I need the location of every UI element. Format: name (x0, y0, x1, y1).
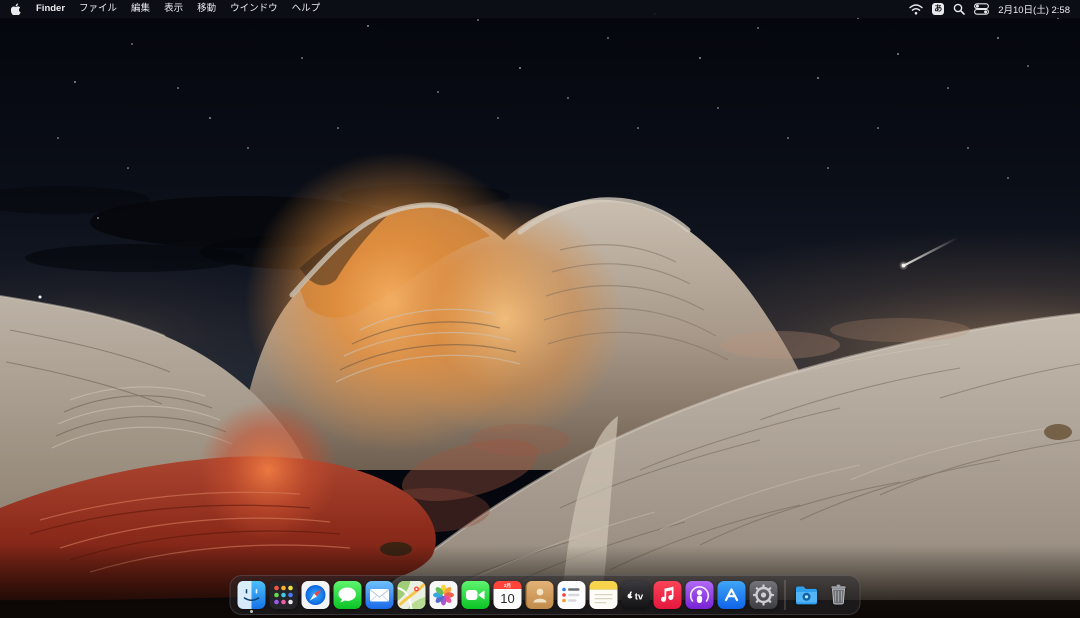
menu-bar-status: あ 2月10日(土) 2:58 (909, 2, 1080, 16)
dock-system-settings-icon[interactable] (750, 581, 778, 609)
menu-go[interactable]: 移動 (190, 0, 223, 18)
dock-contacts-icon[interactable] (526, 581, 554, 609)
dock-app-store-icon[interactable] (718, 581, 746, 609)
dock-podcasts-icon[interactable] (686, 581, 714, 609)
dock-facetime-icon[interactable] (462, 581, 490, 609)
menu-help[interactable]: ヘルプ (285, 0, 328, 18)
menu-bar-clock[interactable]: 2月10日(土) 2:58 (998, 2, 1070, 16)
desktop: Finder ファイル 編集 表示 移動 ウインドウ ヘルプ あ (0, 0, 1080, 618)
menu-bar: Finder ファイル 編集 表示 移動 ウインドウ ヘルプ あ (0, 0, 1080, 18)
dock-folder-icon[interactable] (793, 581, 821, 609)
dock-reminders-icon[interactable] (558, 581, 586, 609)
dock-calendar-icon[interactable]: 2月 10 (494, 581, 522, 609)
apple-menu-icon[interactable] (0, 3, 29, 15)
dock-finder-icon[interactable] (238, 581, 266, 609)
dock-maps-icon[interactable] (398, 581, 426, 609)
calendar-month-label: 2月 (504, 582, 511, 589)
dock-separator (785, 580, 786, 610)
dock-launchpad-icon[interactable] (270, 581, 298, 609)
wifi-icon[interactable] (909, 4, 923, 15)
spotlight-search-icon[interactable] (953, 3, 965, 15)
apple-logo-icon (11, 3, 21, 15)
menu-window[interactable]: ウインドウ (223, 0, 285, 18)
dock-safari-icon[interactable] (302, 581, 330, 609)
bright-star (39, 296, 42, 299)
control-center-icon[interactable] (974, 3, 989, 15)
dock-mail-icon[interactable] (366, 581, 394, 609)
input-source-icon[interactable]: あ (932, 3, 944, 15)
wallpaper-white-pocket (0, 0, 1080, 618)
dock-apple-tv-icon[interactable]: tv (622, 581, 650, 609)
menu-edit[interactable]: 編集 (124, 0, 157, 18)
dock: 2月 10 (230, 575, 861, 615)
menu-file[interactable]: ファイル (72, 0, 124, 18)
calendar-day-label: 10 (501, 591, 515, 606)
dock-music-icon[interactable] (654, 581, 682, 609)
app-menu-finder[interactable]: Finder (29, 0, 72, 18)
dock-notes-icon[interactable] (590, 581, 618, 609)
dock-photos-icon[interactable] (430, 581, 458, 609)
dock-messages-icon[interactable] (334, 581, 362, 609)
menu-view[interactable]: 表示 (157, 0, 190, 18)
running-indicator (250, 610, 253, 613)
dock-trash-icon[interactable] (825, 581, 853, 609)
tv-label: tv (635, 592, 644, 603)
